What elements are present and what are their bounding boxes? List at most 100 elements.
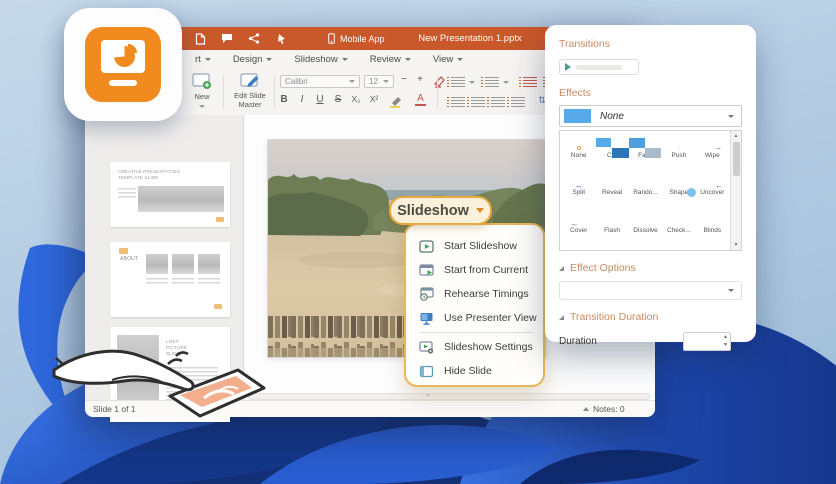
chevron-down-icon[interactable] bbox=[469, 81, 475, 84]
pointer-tool-icon[interactable] bbox=[275, 33, 287, 45]
menu-item-use-presenter-view[interactable]: Use Presenter View bbox=[419, 306, 543, 330]
effect-split[interactable]: Split bbox=[562, 172, 595, 210]
section-collapse-icon[interactable] bbox=[559, 314, 564, 320]
chevron-down-icon bbox=[728, 114, 734, 118]
effect-flash[interactable]: Flash bbox=[595, 209, 628, 247]
spin-up-icon[interactable]: ▲ bbox=[723, 335, 728, 340]
play-icon bbox=[565, 63, 571, 71]
thumbnail-image bbox=[172, 254, 194, 274]
bullet-list-icon[interactable] bbox=[447, 77, 465, 87]
clear-format-icon[interactable] bbox=[433, 75, 446, 88]
font-size-select[interactable]: 12 bbox=[364, 75, 394, 88]
slideshow-settings-icon bbox=[419, 340, 434, 354]
align-justify-icon[interactable] bbox=[507, 97, 525, 107]
bold-button[interactable]: B bbox=[277, 94, 291, 105]
menu-item-start-slideshow[interactable]: Start Slideshow bbox=[419, 234, 543, 258]
share-icon[interactable] bbox=[248, 33, 260, 44]
edit-master-icon bbox=[240, 73, 259, 87]
effect-push[interactable]: Push bbox=[662, 134, 695, 172]
duration-spinner[interactable]: ▲ ▼ bbox=[683, 332, 731, 351]
italic-button[interactable]: I bbox=[295, 94, 309, 105]
align-right-icon[interactable] bbox=[487, 97, 505, 107]
menu-design[interactable]: Design bbox=[222, 54, 284, 65]
strikethrough-button[interactable]: S bbox=[331, 94, 345, 105]
notes-expand-icon[interactable] bbox=[583, 407, 589, 411]
chevron-down-icon[interactable] bbox=[503, 81, 509, 84]
menu-item-rehearse-timings[interactable]: Rehearse Timings bbox=[419, 282, 543, 306]
effect-uncover[interactable]: Uncover bbox=[696, 172, 729, 210]
effects-dropdown[interactable]: None bbox=[559, 105, 742, 127]
underline-button[interactable]: U bbox=[313, 94, 327, 105]
effect-checkerboard[interactable]: Check... bbox=[662, 209, 695, 247]
chevron-down-icon bbox=[404, 58, 411, 61]
effect-dissolve[interactable]: Dissolve bbox=[629, 209, 662, 247]
font-name-select[interactable]: Calibri bbox=[280, 75, 360, 88]
effect-cover[interactable]: Cover bbox=[562, 209, 595, 247]
slideshow-dropdown-menu: Start Slideshow Start from Current Rehea… bbox=[404, 223, 545, 387]
notes-count[interactable]: Notes: 0 bbox=[593, 404, 625, 414]
chevron-down-icon bbox=[199, 105, 205, 108]
align-left-icon[interactable] bbox=[447, 97, 465, 107]
align-center-icon[interactable] bbox=[467, 97, 485, 107]
new-slide-button[interactable]: New bbox=[185, 73, 219, 110]
gallery-scrollbar[interactable]: ▲ ▼ bbox=[730, 131, 741, 250]
notes-collapse-arrow[interactable]: ⌄ bbox=[425, 390, 431, 398]
menu-item-hide-slide[interactable]: Hide Slide bbox=[419, 359, 543, 383]
menu-review[interactable]: Review bbox=[359, 54, 422, 65]
font-color-button[interactable]: A bbox=[415, 93, 426, 106]
effect-cut[interactable]: Cut bbox=[595, 134, 628, 172]
section-collapse-icon[interactable] bbox=[559, 265, 564, 271]
horizontal-scrollbar[interactable] bbox=[248, 393, 650, 400]
effect-random[interactable]: Rando... bbox=[629, 172, 662, 210]
menu-item-slideshow-settings[interactable]: Slideshow Settings bbox=[419, 335, 543, 359]
increase-font-button[interactable]: + bbox=[413, 74, 427, 85]
effect-wipe[interactable]: Wipe bbox=[696, 134, 729, 172]
thumbnail-image bbox=[138, 186, 224, 212]
numbered-list-icon[interactable] bbox=[481, 77, 499, 87]
duration-label: Duration bbox=[559, 336, 597, 347]
effects-label: Effects bbox=[559, 87, 591, 99]
effect-options-label: Effect Options bbox=[570, 262, 636, 274]
effect-reveal[interactable]: Reveal bbox=[595, 172, 628, 210]
effect-swatch bbox=[564, 109, 591, 123]
chevron-down-icon bbox=[457, 58, 464, 61]
slide-shape bbox=[101, 40, 145, 73]
document-title: New Presentation 1.pptx bbox=[418, 33, 522, 44]
slideshow-button-label: Slideshow bbox=[397, 202, 469, 219]
effect-blinds[interactable]: Blinds bbox=[696, 209, 729, 247]
decrease-font-button[interactable]: − bbox=[397, 74, 411, 85]
presentation-app-icon[interactable] bbox=[64, 8, 182, 121]
effect-fade[interactable]: Fade bbox=[629, 134, 662, 172]
highlight-pen-icon[interactable] bbox=[389, 95, 403, 108]
scroll-up-icon[interactable]: ▲ bbox=[731, 133, 741, 139]
effect-options-dropdown[interactable] bbox=[559, 281, 742, 300]
slide-thumbnail-1[interactable]: CREATIVE PRESENTATION TEMPLATE SLIDE bbox=[110, 162, 230, 227]
chevron-down-icon bbox=[475, 208, 484, 213]
effects-gallery: None Cut Fade Push Wipe Split Reveal Ran… bbox=[559, 130, 742, 251]
slide-thumbnail-2[interactable]: ABOUT bbox=[110, 242, 230, 317]
superscript-button[interactable]: X² bbox=[367, 94, 381, 104]
spin-down-icon[interactable]: ▼ bbox=[723, 343, 728, 348]
comment-icon[interactable] bbox=[221, 33, 233, 44]
indent-decrease-icon[interactable] bbox=[519, 77, 537, 87]
effect-none[interactable]: None bbox=[562, 134, 595, 172]
scroll-down-icon[interactable]: ▼ bbox=[731, 242, 741, 248]
menu-item-start-from-current[interactable]: Start from Current bbox=[419, 258, 543, 282]
slideshow-dropdown-button[interactable]: Slideshow bbox=[389, 196, 492, 225]
edit-slide-master-button[interactable]: Edit Slide Master bbox=[228, 73, 272, 109]
titlebar-quick-actions bbox=[195, 27, 287, 50]
menu-slideshow[interactable]: Slideshow bbox=[283, 54, 358, 65]
effect-shape[interactable]: Shape bbox=[662, 172, 695, 210]
presenter-view-icon bbox=[420, 312, 433, 325]
new-document-icon[interactable] bbox=[195, 32, 206, 45]
text-lines bbox=[118, 188, 136, 198]
desktop: { "titlebar": { "app_area_label": "Mobil… bbox=[0, 0, 836, 484]
screen-stand-bar bbox=[109, 80, 137, 86]
scrollbar-thumb[interactable] bbox=[732, 142, 740, 176]
menu-insert[interactable]: rt bbox=[184, 54, 222, 65]
chevron-down-icon bbox=[728, 289, 734, 292]
menu-view[interactable]: View bbox=[422, 54, 474, 65]
subscript-button[interactable]: X₂ bbox=[349, 94, 363, 104]
slide-number-badge bbox=[214, 304, 222, 309]
preview-transitions-button[interactable] bbox=[559, 59, 639, 75]
